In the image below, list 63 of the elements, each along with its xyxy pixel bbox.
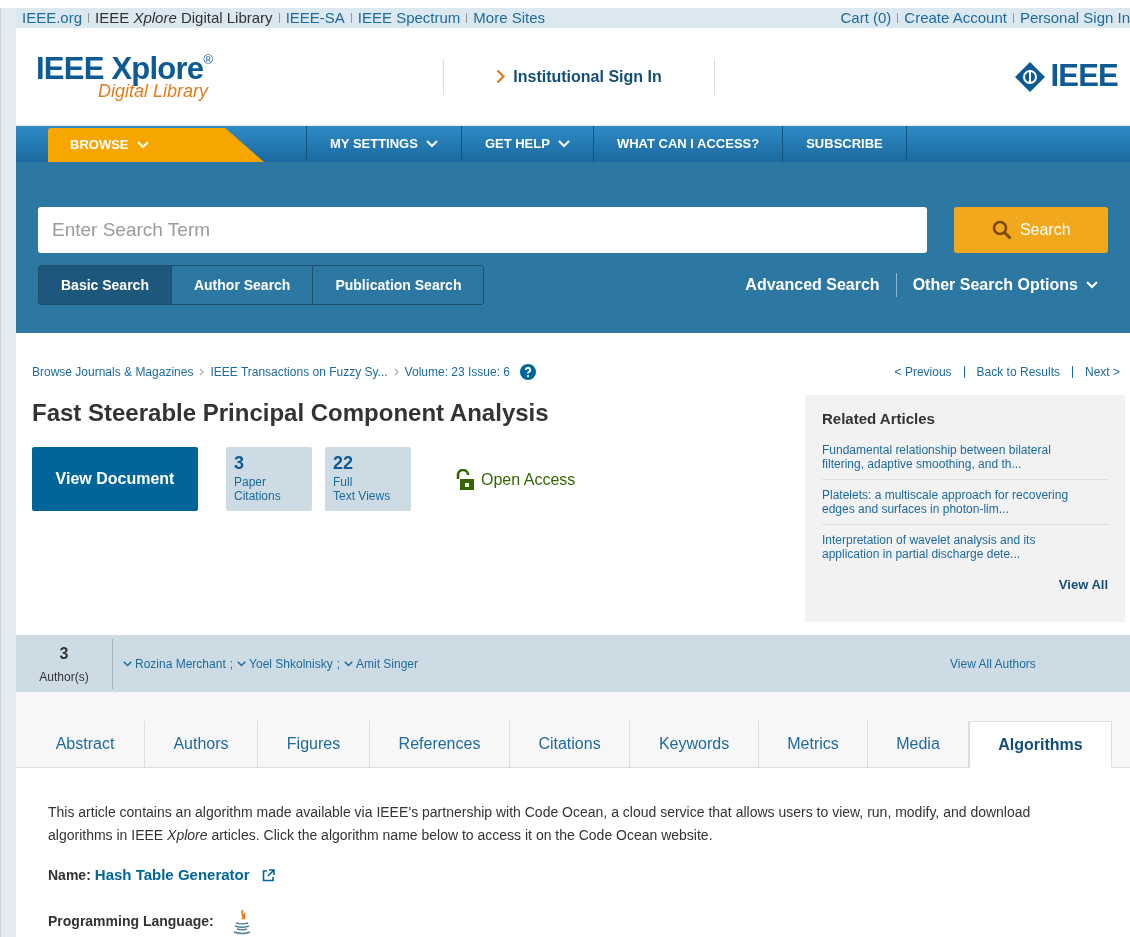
pager-link[interactable]: < Previous xyxy=(894,363,952,381)
top-bar-link[interactable]: More Sites xyxy=(473,8,546,28)
algorithm-description: This article contains an algorithm made available via IEEE’s partnership with Code Ocean, a cloud service that allows users to view, run, modify, and download algorithms in IEEE Xplore articles. Click the algorithm name below to access it on the Code Ocean website. xyxy=(48,803,1032,845)
author-link[interactable]: Rozina Merchant xyxy=(123,654,226,673)
pager-link[interactable]: Next > xyxy=(1085,363,1120,381)
article-title: Fast Steerable Principal Component Analysis xyxy=(32,398,550,428)
breadcrumb-link[interactable]: Browse Journals & Magazines xyxy=(32,363,194,381)
diamond-logo-icon xyxy=(1014,60,1047,93)
metric-value: 3 xyxy=(234,454,245,472)
metric-label: Full Text Views xyxy=(333,475,392,503)
institutional-sign-in-link[interactable]: Institutional Sign In xyxy=(444,64,714,89)
logo-text[interactable]: IEEE Xplore xyxy=(36,53,204,84)
coffee-cup-icon xyxy=(231,908,252,935)
panel-heading: Related Articles xyxy=(822,409,936,429)
author-separator: ; xyxy=(229,655,234,673)
metric-label: Paper Citations xyxy=(234,475,282,503)
author-count-label: Author(s) xyxy=(39,668,89,686)
top-bar-link[interactable]: Cart (0) xyxy=(840,8,892,28)
help-icon[interactable] xyxy=(520,364,536,380)
view-all-authors-link[interactable]: View All Authors xyxy=(950,654,1130,673)
top-bar-link[interactable]: Personal Sign In xyxy=(1019,8,1130,28)
search-field[interactable]: Enter Search Term xyxy=(38,207,928,253)
view-document-button[interactable]: View Document xyxy=(32,447,198,511)
chevron-down-icon xyxy=(344,659,353,668)
programming-language-label: Programming Language: xyxy=(48,912,214,931)
chevron-down-icon xyxy=(123,659,132,668)
chevron-down-icon xyxy=(1086,281,1098,289)
author-count: 3 xyxy=(59,643,69,664)
other-search-options-link[interactable]: Other Search Options xyxy=(896,273,1108,297)
advanced-search-link[interactable]: Advanced Search xyxy=(745,273,896,297)
related-article-link[interactable]: Interpretation of wavelet analysis and its application in partial discharge dete... xyxy=(822,523,1108,569)
breadcrumb-separator-icon xyxy=(199,368,205,376)
view-all-link[interactable]: View All xyxy=(1058,574,1108,594)
pager-link[interactable]: Back to Results xyxy=(976,363,1060,381)
open-access-label: Open Access xyxy=(481,470,576,490)
breadcrumb-link[interactable]: Volume: 23 Issue: 6 xyxy=(404,363,510,381)
top-bar-link[interactable]: IEEE Spectrum xyxy=(357,8,461,28)
author-link[interactable]: Amit Singer xyxy=(344,654,419,673)
brand-logo-text: IEEE xyxy=(1050,57,1118,96)
metric-card[interactable]: 3 Paper Citations xyxy=(226,447,312,511)
search-tab[interactable]: Publication Search xyxy=(312,266,484,304)
author-link[interactable]: Yoel Shkolnisky xyxy=(237,654,333,673)
unlocked-padlock-icon xyxy=(455,469,475,491)
author-separator: ; xyxy=(336,655,340,673)
search-icon xyxy=(991,220,1012,240)
metric-value: 22 xyxy=(333,454,355,472)
top-bar-link[interactable]: IEEE.org xyxy=(22,8,83,28)
top-bar-link[interactable]: Create Account xyxy=(904,8,1007,28)
chevron-down-icon xyxy=(237,659,247,668)
top-bar-link[interactable]: IEEE Xplore Digital Library xyxy=(95,8,273,28)
name-label: Name: xyxy=(48,865,91,885)
top-bar-link[interactable]: IEEE-SA xyxy=(285,8,345,28)
search-tab[interactable]: Basic Search xyxy=(39,266,171,304)
related-article-link[interactable]: Fundamental relationship between bilateral filtering, adaptive smoothing, and th... xyxy=(822,442,1108,479)
related-article-link[interactable]: Platelets: a multiscale approach for recovering edges and surfaces in photon-lim... xyxy=(822,478,1108,524)
logo-mark: ® xyxy=(203,53,213,66)
metric-card[interactable]: 22 Full Text Views xyxy=(325,447,411,511)
algorithm-name-link[interactable]: Hash Table Generator xyxy=(94,864,250,887)
breadcrumb-link[interactable]: IEEE Transactions on Fuzzy Sy... xyxy=(210,363,388,381)
chevron-right-icon xyxy=(496,69,506,84)
breadcrumb-separator-icon xyxy=(393,368,399,376)
external-link-icon xyxy=(261,868,275,882)
tab[interactable]: Algorithms xyxy=(969,721,1112,768)
